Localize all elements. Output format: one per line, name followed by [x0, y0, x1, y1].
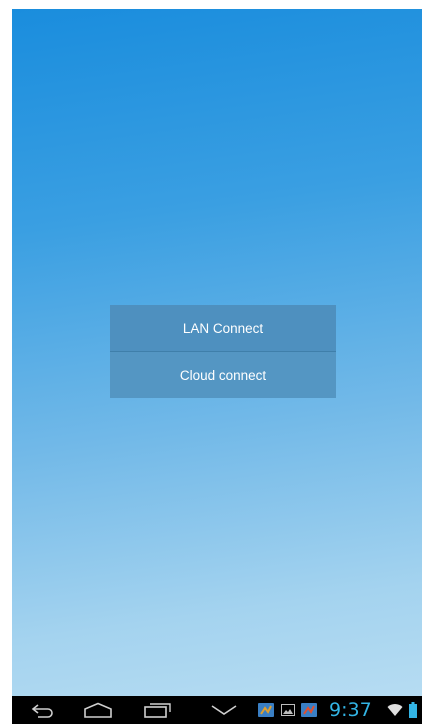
app-screen: LAN Connect Cloud connect: [12, 9, 422, 696]
collapse-chevron-icon[interactable]: [209, 700, 239, 720]
cloud-connect-button[interactable]: Cloud connect: [110, 352, 336, 398]
clock-time: 9:37: [329, 699, 372, 721]
connect-options: LAN Connect Cloud connect: [110, 305, 336, 399]
device-frame: LAN Connect Cloud connect 9:37: [0, 0, 423, 724]
recent-apps-icon[interactable]: [140, 700, 174, 720]
battery-icon: [408, 700, 418, 720]
app-notification-icon: [300, 700, 318, 720]
system-navigation-bar: 9:37: [12, 696, 422, 724]
home-icon[interactable]: [82, 700, 114, 720]
back-icon[interactable]: [28, 700, 58, 720]
image-notification-icon: [279, 700, 297, 720]
app-notification-icon: [257, 700, 275, 720]
wifi-icon: [386, 700, 404, 720]
lan-connect-button[interactable]: LAN Connect: [110, 305, 336, 352]
